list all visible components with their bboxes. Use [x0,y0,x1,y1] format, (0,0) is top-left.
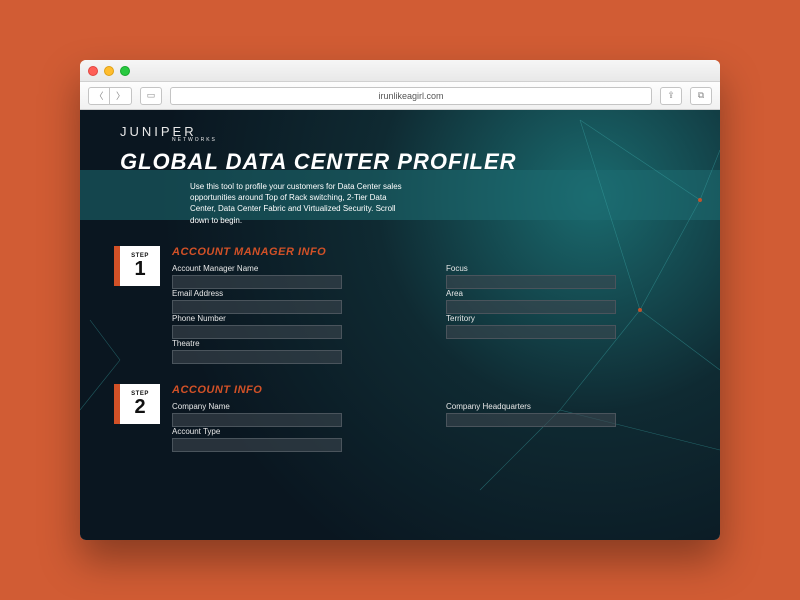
section-title: ACCOUNT MANAGER INFO [172,246,680,258]
intro-text: Use this tool to profile your customers … [190,181,410,226]
company-name-input[interactable] [172,413,342,427]
forward-button[interactable]: 〉 [110,87,132,105]
back-button[interactable]: 〈 [88,87,110,105]
territory-input[interactable] [446,325,616,339]
traffic-lights [88,66,130,76]
tabs-button[interactable]: ⧉ [690,87,712,105]
field-label: Theatre [172,339,406,348]
step-badge-2: STEP 2 [120,384,160,424]
section-title: ACCOUNT INFO [172,384,680,396]
area-input[interactable] [446,300,616,314]
brand-sub: NETWORKS [172,137,680,143]
field-label: Account Manager Name [172,264,406,273]
account-type-input[interactable] [172,438,342,452]
step-number: 2 [134,397,145,417]
company-hq-input[interactable] [446,413,616,427]
section-account-info: STEP 2 ACCOUNT INFO Company Name Account… [120,384,680,452]
brand-logo: JUNIPER NETWORKS [120,124,680,143]
nav-back-forward: 〈 〉 [88,87,132,105]
account-manager-name-input[interactable] [172,275,342,289]
step-number: 1 [134,259,145,279]
field-label: Company Name [172,402,406,411]
window-titlebar [80,60,720,82]
phone-input[interactable] [172,325,342,339]
field-label: Account Type [172,427,406,436]
field-label: Email Address [172,289,406,298]
address-bar[interactable]: irunlikeagirl.com [170,87,652,105]
field-label: Focus [446,264,680,273]
page-content: JUNIPER NETWORKS GLOBAL DATA CENTER PROF… [80,110,720,540]
email-input[interactable] [172,300,342,314]
browser-toolbar: 〈 〉 ▭ irunlikeagirl.com ⇪ ⧉ [80,82,720,110]
sidebar-button[interactable]: ▭ [140,87,162,105]
minimize-icon[interactable] [104,66,114,76]
field-label: Territory [446,314,680,323]
focus-input[interactable] [446,275,616,289]
field-label: Company Headquarters [446,402,680,411]
theatre-input[interactable] [172,350,342,364]
page-title: GLOBAL DATA CENTER PROFILER [120,149,680,175]
field-label: Phone Number [172,314,406,323]
field-label: Area [446,289,680,298]
share-button[interactable]: ⇪ [660,87,682,105]
step-badge-1: STEP 1 [120,246,160,286]
zoom-icon[interactable] [120,66,130,76]
section-account-manager: STEP 1 ACCOUNT MANAGER INFO Account Mana… [120,246,680,364]
browser-window: 〈 〉 ▭ irunlikeagirl.com ⇪ ⧉ JUNIPER NETW… [80,60,720,540]
close-icon[interactable] [88,66,98,76]
